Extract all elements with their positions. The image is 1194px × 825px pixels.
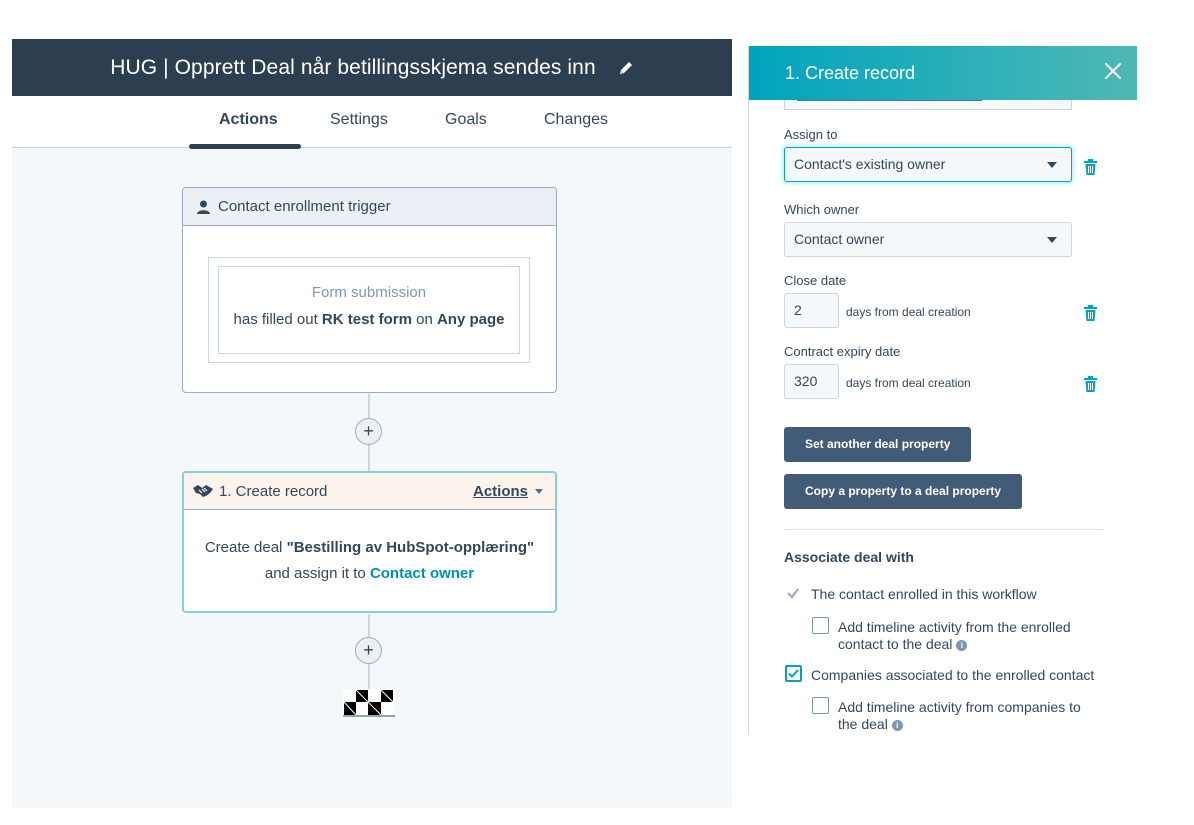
which-owner-value: Contact owner (794, 231, 885, 247)
assign-to-label: Assign to (784, 127, 838, 142)
filter-form-name: RK test form (321, 311, 412, 328)
tab-goals[interactable]: Goals (445, 111, 487, 129)
end-flag-icon (343, 689, 395, 717)
trigger-header-label: Contact enrollment trigger (218, 198, 391, 215)
close-date-input[interactable]: 2 (784, 293, 839, 328)
create-record-action-card[interactable]: 1. Create record Actions Create deal "Be… (182, 471, 557, 613)
trigger-filter[interactable]: Form submission has filled out RK test f… (218, 266, 520, 354)
assoc-contact-timeline-checkbox[interactable] (812, 617, 829, 634)
tab-actions[interactable]: Actions (219, 111, 278, 129)
trash-icon[interactable] (1084, 305, 1097, 321)
filter-mid: on (416, 311, 433, 328)
assoc-contact-label: The contact enrolled in this workflow (811, 586, 1037, 602)
assign-to-select[interactable]: Contact's existing owner (784, 147, 1072, 182)
section-divider (784, 529, 1104, 530)
filter-description: has filled out RK test form on Any page (219, 311, 519, 328)
workflow-title[interactable]: HUG | Opprett Deal når betillingsskjema … (110, 56, 596, 80)
action-deal-name: "Bestilling av HubSpot-opplæring" (286, 539, 535, 556)
action-settings-panel: 1. Create record Assign to Contact's exi… (748, 46, 1137, 735)
assoc-companies-checkbox[interactable] (785, 665, 802, 682)
action-body-mid: and assign it to (264, 565, 366, 582)
assoc-companies-label: Companies associated to the enrolled con… (811, 667, 1095, 683)
action-actions-label: Actions (472, 482, 528, 500)
checkmark-icon (787, 588, 799, 599)
close-date-label: Close date (784, 273, 847, 288)
which-owner-select[interactable]: Contact owner (784, 222, 1072, 257)
previous-field-underline (797, 100, 982, 101)
close-icon[interactable] (1102, 60, 1124, 82)
contact-icon (197, 200, 210, 214)
info-icon[interactable]: i (956, 639, 968, 651)
which-owner-label: Which owner (784, 202, 860, 217)
contract-expiry-suffix: days from deal creation (846, 376, 971, 390)
trigger-card-header: Contact enrollment trigger (183, 188, 556, 226)
associate-section-title: Associate deal with (784, 549, 914, 565)
panel-title: 1. Create record (785, 62, 916, 83)
tab-changes[interactable]: Changes (544, 111, 608, 129)
checkmark-icon (788, 669, 799, 678)
workflow-editor: HUG | Opprett Deal når betillingsskjema … (12, 39, 732, 808)
add-action-button[interactable]: + (355, 418, 382, 445)
assoc-companies-timeline-text: Add timeline activity from companies to … (838, 699, 1081, 732)
assoc-contact-timeline-label: Add timeline activity from the enrolled … (838, 619, 1093, 653)
add-action-button[interactable]: + (355, 637, 382, 664)
tab-settings[interactable]: Settings (330, 111, 388, 129)
panel-header: 1. Create record (749, 46, 1137, 100)
trash-icon[interactable] (1084, 159, 1097, 175)
info-icon[interactable]: i (891, 719, 903, 731)
close-date-suffix: days from deal creation (846, 305, 971, 319)
filter-prefix: has filled out (233, 311, 318, 328)
filter-type-label: Form submission (311, 284, 427, 301)
handshake-icon (193, 485, 213, 497)
chevron-down-icon (1047, 162, 1057, 168)
action-header-label: 1. Create record (219, 482, 328, 500)
workflow-title-bar: HUG | Opprett Deal når betillingsskjema … (12, 39, 732, 96)
assign-to-value: Contact's existing owner (794, 156, 946, 172)
active-tab-indicator (189, 144, 301, 149)
action-description: Create deal "Bestilling av HubSpot-opplæ… (184, 535, 555, 587)
action-body-prefix: Create deal (204, 539, 283, 556)
chevron-down-icon (535, 488, 543, 494)
enrollment-trigger-card[interactable]: Contact enrollment trigger Form submissi… (182, 187, 557, 393)
chevron-down-icon (1047, 237, 1057, 243)
filter-page: Any page (436, 311, 505, 328)
assoc-companies-timeline-checkbox[interactable] (812, 697, 829, 714)
action-card-header: 1. Create record Actions (184, 473, 555, 510)
trash-icon[interactable] (1084, 376, 1097, 392)
copy-property-button[interactable]: Copy a property to a deal property (784, 474, 1023, 509)
workflow-tabs: Actions Settings Goals Changes (12, 96, 732, 149)
pencil-icon[interactable] (618, 60, 634, 76)
action-owner-link[interactable]: Contact owner (370, 565, 474, 582)
contract-expiry-label: Contract expiry date (784, 344, 901, 359)
set-another-property-button[interactable]: Set another deal property (784, 427, 972, 462)
previous-field-partial (784, 100, 1072, 110)
action-actions-menu[interactable]: Actions (473, 483, 543, 500)
contract-expiry-input[interactable]: 320 (784, 364, 839, 399)
assoc-companies-timeline-label: Add timeline activity from companies to … (838, 699, 1093, 733)
assoc-contact-timeline-text: Add timeline activity from the enrolled … (838, 619, 1071, 652)
